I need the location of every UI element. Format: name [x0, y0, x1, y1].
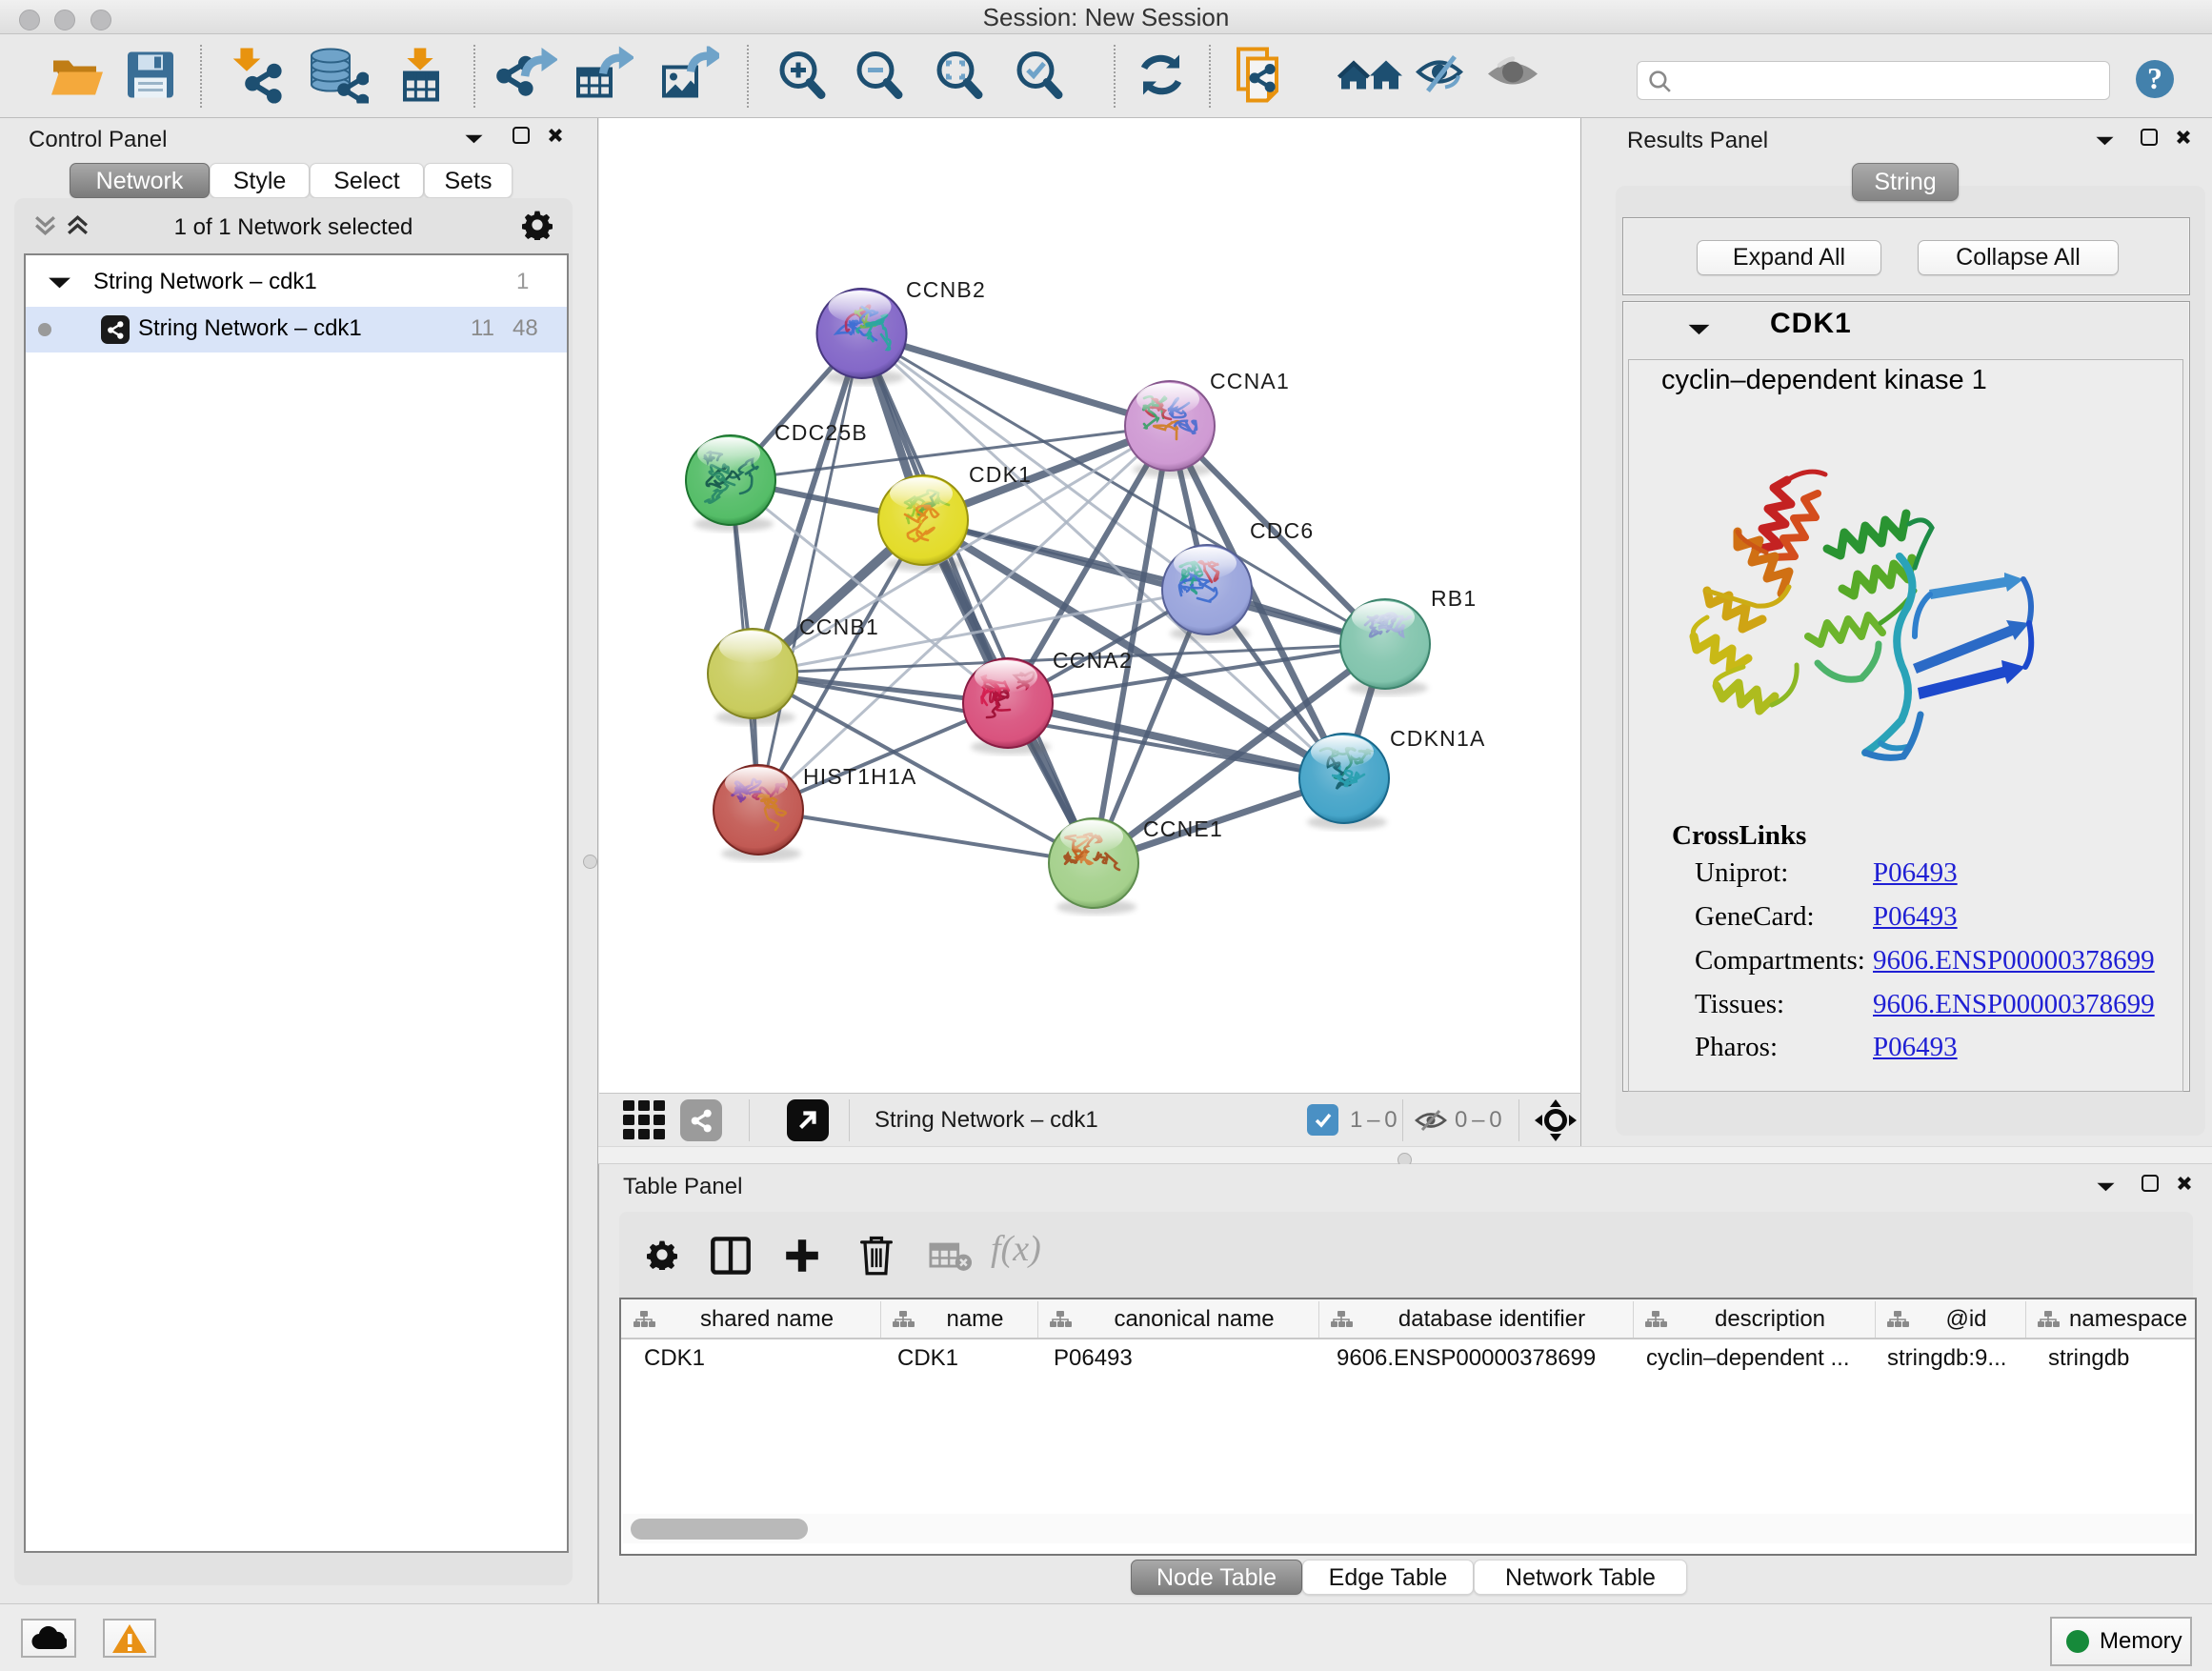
- svg-text:CCNB2: CCNB2: [906, 277, 986, 302]
- svg-text:CCNA1: CCNA1: [1210, 369, 1290, 393]
- svg-text:CDK1: CDK1: [969, 462, 1032, 487]
- svg-text:?: ?: [2147, 61, 2162, 95]
- svg-text:CCNB1: CCNB1: [799, 614, 879, 639]
- svg-text:CCNA2: CCNA2: [1053, 648, 1133, 673]
- svg-text:RB1: RB1: [1431, 586, 1477, 611]
- svg-text:HIST1H1A: HIST1H1A: [803, 764, 917, 789]
- svg-text:CDC25B: CDC25B: [774, 420, 868, 445]
- svg-text:CCNE1: CCNE1: [1143, 816, 1223, 841]
- svg-text:CDC6: CDC6: [1250, 518, 1314, 543]
- svg-text:CDKN1A: CDKN1A: [1390, 726, 1486, 751]
